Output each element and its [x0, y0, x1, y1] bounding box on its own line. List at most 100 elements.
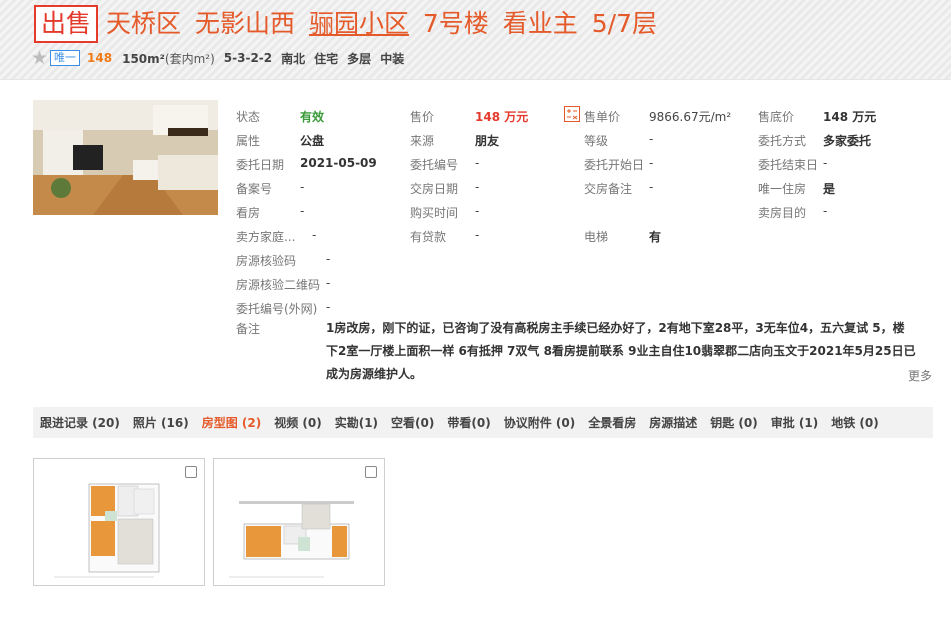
ownership-value: 公盘	[300, 134, 325, 148]
record-no-label: 备案号	[236, 182, 273, 196]
handover-date-value: -	[475, 180, 480, 194]
info-row-5: 看房 - 购买时间 - 卖房目的 -	[236, 200, 936, 224]
elevator-value: 有	[649, 230, 662, 244]
remark-text: 1房改房，刚下的证，已咨询了没有高税房主手续已经办好了，2有地下室28平，3无车…	[326, 321, 916, 381]
floor-plan-image	[229, 501, 354, 578]
unit-price-value: 9866.67元/m²	[649, 110, 732, 124]
listing-price: 148	[87, 51, 113, 65]
status-value: 有效	[300, 110, 325, 124]
title-owner-tag: 看业主	[502, 9, 578, 38]
listing-photo[interactable]	[33, 100, 218, 215]
floor-plan-checkbox[interactable]	[185, 466, 197, 478]
floor-plan-card[interactable]	[33, 458, 205, 586]
info-row-1: 状态 有效 售价 148 万元 售单价 9866.67元/m² 售底价 148 …	[236, 104, 936, 128]
verify-qr-value: -	[326, 276, 331, 290]
tab-panorama[interactable]: 全景看房	[588, 414, 636, 431]
tab-guided-viewing[interactable]: 带看(0)	[447, 414, 490, 431]
source-label: 来源	[410, 134, 435, 148]
remark-label: 备注	[236, 322, 261, 336]
entrust-end-value: -	[823, 156, 828, 170]
listing-building-type: 多层	[347, 51, 372, 66]
info-row-8: 房源核验二维码 -	[236, 272, 936, 296]
listing-area: 150m²(套内m²)	[122, 50, 215, 67]
title-area: 无影山西	[194, 9, 295, 38]
listing-title: 天桥区 无影山西 骊园小区 7号楼 看业主 5/7层	[106, 7, 663, 41]
area-note: (套内m²)	[164, 51, 215, 66]
listing-subline: ★ 唯一 148 150m²(套内m²) 5-3-2-2 南北 住宅 多层 中装	[31, 48, 413, 68]
status-label: 状态	[236, 110, 261, 124]
purchase-time-label: 购买时间	[410, 206, 459, 220]
tab-description[interactable]: 房源描述	[649, 414, 697, 431]
tab-survey[interactable]: 实勘(1)	[335, 414, 378, 431]
ownership-label: 属性	[236, 134, 261, 148]
more-link[interactable]: 更多	[908, 367, 932, 384]
listing-layout: 5-3-2-2	[223, 51, 273, 65]
listing-orientation: 南北	[281, 51, 306, 66]
tab-photos[interactable]: 照片 (16)	[133, 414, 189, 431]
tab-videos[interactable]: 视频 (0)	[274, 414, 322, 431]
detail-tabs: 跟进记录 (20) 照片 (16) 房型图 (2) 视频 (0) 实勘(1) 空…	[33, 407, 933, 438]
entrust-no-value: -	[475, 156, 480, 170]
floor-price-value: 148 万元	[823, 110, 877, 124]
info-row-2: 属性 公盘 来源 朋友 等级 - 委托方式 多家委托	[236, 128, 936, 152]
star-icon[interactable]: ★	[31, 49, 48, 68]
living-room-image	[33, 100, 218, 215]
sale-purpose-value: -	[823, 204, 828, 218]
tab-keys[interactable]: 钥匙 (0)	[710, 414, 758, 431]
entrust-end-label: 委托结束日	[758, 158, 819, 172]
handover-date-label: 交房日期	[410, 182, 459, 196]
entrust-mode-value: 多家委托	[823, 134, 872, 148]
only-house-value: 是	[823, 182, 836, 196]
entrust-mode-label: 委托方式	[758, 134, 807, 148]
grade-value: -	[649, 132, 654, 146]
info-row-6: 卖方家庭... - 有贷款 - 电梯 有	[236, 224, 936, 248]
entrust-start-value: -	[649, 156, 654, 170]
tab-empty-viewing[interactable]: 空看(0)	[391, 414, 434, 431]
handover-note-label: 交房备注	[584, 182, 633, 196]
info-row-4: 备案号 - 交房日期 - 交房备注 - 唯一住房 是	[236, 176, 936, 200]
floor-plan-image	[54, 483, 160, 578]
viewing-label: 看房	[236, 206, 261, 220]
purchase-time-value: -	[475, 204, 480, 218]
tab-agreement-attachments[interactable]: 协议附件 (0)	[504, 414, 576, 431]
floor-plan-checkbox[interactable]	[365, 466, 377, 478]
community-link[interactable]: 骊园小区	[309, 9, 409, 38]
only-house-label: 唯一住房	[758, 182, 807, 196]
price-value: 148 万元	[475, 110, 529, 124]
area-value: 150m²	[122, 51, 165, 66]
unit-price-label: 售单价	[584, 110, 621, 124]
sale-badge: 出售	[34, 5, 98, 43]
loan-value: -	[475, 228, 480, 242]
entrust-date-value: 2021-05-09	[300, 156, 377, 170]
grade-label: 等级	[584, 134, 609, 148]
entrust-no-label: 委托编号	[410, 158, 459, 172]
floor-plan-card[interactable]	[213, 458, 385, 586]
loan-label: 有贷款	[410, 230, 447, 244]
source-value: 朋友	[475, 134, 500, 148]
calculator-icon[interactable]	[564, 106, 580, 122]
tab-follow-up[interactable]: 跟进记录 (20)	[40, 414, 120, 431]
entrust-ext-value: -	[326, 300, 331, 314]
entrust-ext-label: 委托编号(外网)	[236, 302, 318, 316]
tab-subway[interactable]: 地铁 (0)	[831, 414, 879, 431]
record-no-value: -	[300, 180, 305, 194]
tab-approval[interactable]: 审批 (1)	[771, 414, 819, 431]
handover-note-value: -	[649, 180, 654, 194]
price-label: 售价	[410, 110, 435, 124]
tab-floor-plans[interactable]: 房型图 (2)	[202, 414, 262, 431]
seller-family-value: -	[312, 228, 317, 242]
title-district: 天桥区	[106, 9, 182, 38]
unique-badge: 唯一	[50, 50, 81, 66]
verify-code-value: -	[326, 252, 331, 266]
title-building: 7号楼	[422, 9, 489, 38]
elevator-label: 电梯	[584, 230, 609, 244]
verify-qr-label: 房源核验二维码	[236, 278, 321, 292]
info-row-7: 房源核验码 -	[236, 248, 936, 272]
listing-decoration: 中装	[380, 51, 405, 66]
verify-code-label: 房源核验码	[236, 254, 297, 268]
listing-usage: 住宅	[314, 51, 339, 66]
floor-price-label: 售底价	[758, 110, 795, 124]
title-floor: 5/7层	[591, 9, 657, 38]
sale-purpose-label: 卖房目的	[758, 206, 807, 220]
entrust-start-label: 委托开始日	[584, 158, 645, 172]
